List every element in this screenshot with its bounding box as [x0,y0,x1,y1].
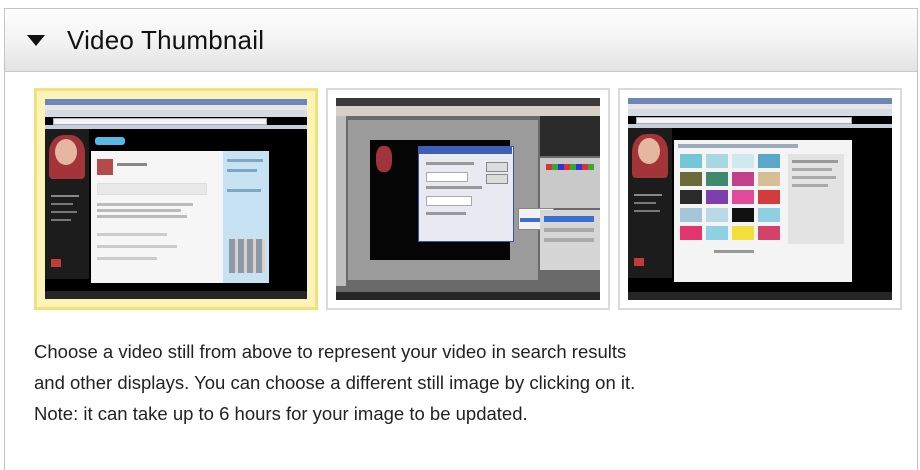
thumbnail-image-2 [336,98,600,300]
instructions-line-2: and other displays. You can choose a dif… [34,372,636,393]
instructions-line-1: Choose a video still from above to repre… [34,341,627,362]
panel-header[interactable]: Video Thumbnail [5,9,917,72]
thumbnail-option-2[interactable] [326,88,610,310]
instructions-line-3: Note: it can take up to 6 hours for your… [34,403,528,424]
thumbnail-option-1[interactable] [34,88,318,310]
panel-title: Video Thumbnail [67,24,265,55]
collapse-triangle-icon[interactable] [27,34,45,46]
thumbnail-image-3 [628,98,892,300]
thumbnail-option-3[interactable] [618,88,902,310]
thumbnail-image-1 [45,99,307,299]
thumbnail-instructions: Choose a video still from above to repre… [34,336,914,429]
